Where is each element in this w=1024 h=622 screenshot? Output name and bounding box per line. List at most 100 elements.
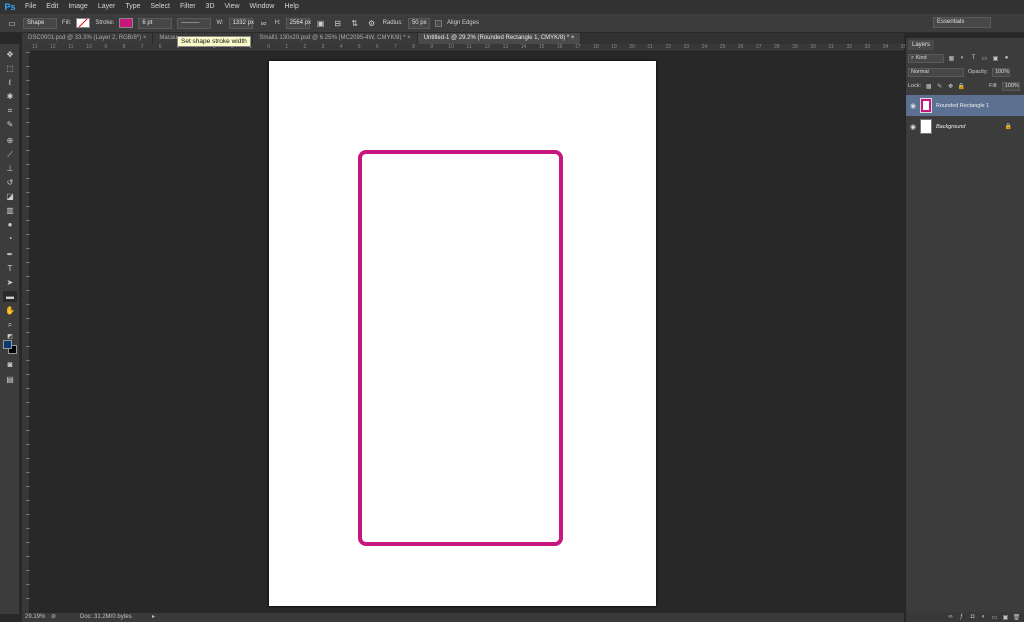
dodge-tool-icon[interactable]: ◔ bbox=[3, 233, 17, 244]
tab-small1[interactable]: Small1 130x20.psd @ 6.25% (MC2095-4W, CM… bbox=[253, 33, 418, 44]
layer-rounded-rectangle-1[interactable]: ◉ Rounded Rectangle 1 bbox=[906, 95, 1024, 116]
gear-icon[interactable]: ⚙ bbox=[366, 18, 378, 29]
eye-icon[interactable]: ◉ bbox=[906, 102, 920, 110]
ruler-origin[interactable] bbox=[22, 44, 30, 52]
ruler-tick bbox=[26, 570, 30, 571]
gradient-tool-icon[interactable]: ▥ bbox=[3, 205, 17, 216]
close-icon[interactable]: × bbox=[143, 35, 147, 41]
workspace-select[interactable]: Essentials bbox=[933, 17, 991, 28]
layer-background[interactable]: ◉ Background 🔒 bbox=[906, 116, 1024, 137]
menu-3d[interactable]: 3D bbox=[201, 0, 220, 14]
close-icon[interactable]: × bbox=[407, 35, 411, 41]
menu-type[interactable]: Type bbox=[120, 0, 145, 14]
type-tool-icon[interactable]: T bbox=[3, 263, 17, 274]
healing-brush-tool-icon[interactable]: ⊕ bbox=[3, 135, 17, 146]
menu-select[interactable]: Select bbox=[146, 0, 175, 14]
lock-position-icon[interactable]: ✥ bbox=[947, 83, 954, 90]
path-selection-tool-icon[interactable]: ➤ bbox=[3, 277, 17, 288]
magic-wand-tool-icon[interactable]: ✱ bbox=[3, 91, 17, 102]
ruler-tick bbox=[26, 192, 30, 193]
filter-adjustment-icon[interactable]: ◐ bbox=[959, 55, 966, 62]
ruler-tick bbox=[26, 542, 30, 543]
zoom-level[interactable]: 29.19% bbox=[25, 613, 45, 622]
screen-mode-icon[interactable]: ▤ bbox=[3, 374, 17, 385]
menu-filter[interactable]: Filter bbox=[175, 0, 201, 14]
lock-all-icon[interactable]: 🔒 bbox=[958, 83, 965, 90]
layers-tab[interactable]: Layers bbox=[908, 40, 935, 50]
shape-mode-select[interactable]: Shape bbox=[23, 17, 57, 29]
filter-type-icon[interactable]: T bbox=[970, 55, 977, 62]
brush-tool-icon[interactable]: ⟋ bbox=[3, 149, 17, 160]
filter-pixel-icon[interactable]: ▦ bbox=[948, 55, 955, 62]
blur-tool-icon[interactable]: ● bbox=[3, 219, 17, 230]
clone-stamp-tool-icon[interactable]: ⊥ bbox=[3, 163, 17, 174]
menu-view[interactable]: View bbox=[220, 0, 245, 14]
path-operations-icon[interactable]: ▣ bbox=[315, 18, 327, 29]
tool-preset-icon[interactable]: ▭ bbox=[6, 18, 18, 29]
rounded-rectangle-shape[interactable] bbox=[358, 150, 563, 546]
width-field[interactable]: 1332 px bbox=[228, 17, 254, 29]
eraser-tool-icon[interactable]: ◪ bbox=[3, 191, 17, 202]
filter-smart-object-icon[interactable]: ▣ bbox=[992, 55, 999, 62]
filter-kind-select[interactable]: ⌕ Kind bbox=[908, 53, 944, 63]
filter-shape-icon[interactable]: ▭ bbox=[981, 55, 988, 62]
opacity-field[interactable]: 100% bbox=[992, 67, 1011, 77]
menu-edit[interactable]: Edit bbox=[41, 0, 63, 14]
menu-layer[interactable]: Layer bbox=[93, 0, 121, 14]
align-edges-checkbox[interactable] bbox=[434, 19, 442, 27]
radius-field[interactable]: 50 px bbox=[407, 17, 430, 29]
horizontal-ruler[interactable]: 13 12 11 10 9 8 7 6 5 4 3 2 1 0 1 2 3 4 5 6 7 8 9 10 11 12 13 14 15 1… bbox=[30, 44, 906, 52]
height-field[interactable]: 2564 px bbox=[285, 17, 311, 29]
blend-mode-select[interactable]: Normal bbox=[908, 67, 964, 77]
filter-toggle-icon[interactable]: ● bbox=[1003, 55, 1010, 62]
status-icon[interactable]: ⊘ bbox=[51, 613, 56, 622]
stroke-type-select[interactable]: ——— bbox=[177, 17, 212, 29]
move-tool-icon[interactable]: ✥ bbox=[3, 49, 17, 60]
zoom-tool-icon[interactable]: ⌕ bbox=[3, 319, 17, 330]
ruler-tick-label: 1 bbox=[285, 44, 289, 50]
ruler-tick bbox=[26, 430, 30, 431]
quick-mask-icon[interactable]: ◙ bbox=[3, 359, 17, 370]
tab-untitled-1[interactable]: Untitled-1 @ 29.2% (Rounded Rectangle 1,… bbox=[417, 33, 582, 44]
lock-transparent-icon[interactable]: ▦ bbox=[925, 83, 932, 90]
foreground-color-swatch[interactable] bbox=[3, 340, 12, 349]
rounded-rectangle-tool-icon[interactable]: ▬ bbox=[3, 291, 17, 302]
lock-image-icon[interactable]: ✎ bbox=[936, 83, 943, 90]
pen-tool-icon[interactable]: ✒ bbox=[3, 249, 17, 260]
ruler-tick bbox=[26, 206, 30, 207]
menu-window[interactable]: Window bbox=[245, 0, 280, 14]
layer-style-icon[interactable]: ƒ bbox=[958, 614, 965, 621]
hand-tool-icon[interactable]: ✋ bbox=[3, 305, 17, 316]
stroke-swatch[interactable] bbox=[119, 18, 134, 28]
eye-icon[interactable]: ◉ bbox=[906, 123, 920, 131]
menu-file[interactable]: File bbox=[20, 0, 41, 14]
stroke-width-field[interactable]: 6 pt bbox=[138, 17, 173, 29]
menu-image[interactable]: Image bbox=[63, 0, 92, 14]
ruler-tick-label: 31 bbox=[828, 44, 834, 50]
ruler-tick-label: 23 bbox=[683, 44, 690, 50]
delete-layer-icon[interactable]: 🗑 bbox=[1013, 614, 1021, 621]
add-mask-icon[interactable]: ◘ bbox=[969, 614, 976, 621]
ruler-tick-label: 12 bbox=[484, 44, 491, 50]
crop-tool-icon[interactable]: ⌗ bbox=[3, 105, 17, 116]
new-group-icon[interactable]: ▭ bbox=[991, 614, 998, 621]
path-alignment-icon[interactable]: ⊟ bbox=[332, 18, 344, 29]
ruler-tick bbox=[26, 416, 30, 417]
history-brush-tool-icon[interactable]: ↺ bbox=[3, 177, 17, 188]
adjustment-layer-icon[interactable]: ◐ bbox=[980, 614, 987, 621]
link-layers-icon[interactable]: ∞ bbox=[947, 614, 954, 621]
path-arrangement-icon[interactable]: ⇅ bbox=[349, 18, 361, 29]
eyedropper-tool-icon[interactable]: ✎ bbox=[3, 119, 17, 130]
link-icon[interactable]: ∞ bbox=[258, 18, 270, 29]
ruler-tick bbox=[26, 556, 30, 557]
fill-field[interactable]: 100% bbox=[1001, 81, 1020, 91]
fill-swatch[interactable] bbox=[76, 18, 91, 28]
marquee-tool-icon[interactable]: ⬚ bbox=[3, 63, 17, 74]
status-menu-icon[interactable]: ▸ bbox=[152, 613, 155, 622]
tab-dsc0001[interactable]: DSC0001.psd @ 33.3% (Layer 2, RGB/8*) × bbox=[22, 33, 154, 44]
menu-help[interactable]: Help bbox=[279, 0, 303, 14]
close-icon[interactable]: × bbox=[571, 35, 575, 41]
new-layer-icon[interactable]: ▣ bbox=[1002, 614, 1009, 621]
vertical-ruler[interactable] bbox=[22, 52, 30, 613]
lasso-tool-icon[interactable]: ℓ bbox=[3, 77, 17, 88]
